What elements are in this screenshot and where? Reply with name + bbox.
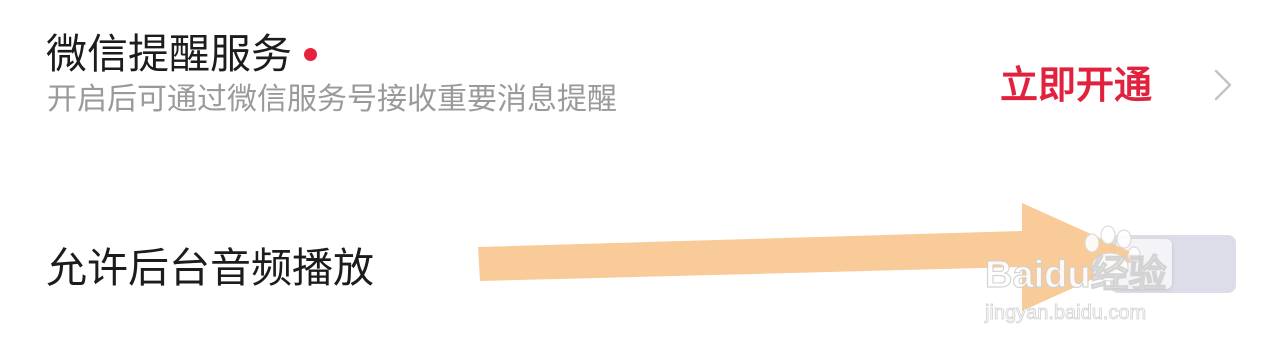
background-audio-row: 允许后台音频播放 <box>0 200 1280 340</box>
new-indicator-dot <box>304 48 317 61</box>
activate-now-link[interactable]: 立即开通 <box>1000 58 1152 112</box>
settings-page: 微信提醒服务 开启后可通过微信服务号接收重要消息提醒 立即开通 允许后台音频播放… <box>0 0 1280 356</box>
background-audio-title: 允许后台音频播放 <box>46 244 374 292</box>
background-audio-toggle[interactable] <box>1110 235 1236 293</box>
wechat-reminder-title: 微信提醒服务 <box>46 30 292 78</box>
toggle-knob <box>1116 239 1172 289</box>
chevron-right-icon[interactable] <box>1207 68 1237 102</box>
wechat-reminder-row[interactable]: 微信提醒服务 开启后可通过微信服务号接收重要消息提醒 立即开通 <box>0 0 1280 160</box>
wechat-reminder-subtitle: 开启后可通过微信服务号接收重要消息提醒 <box>47 82 617 117</box>
